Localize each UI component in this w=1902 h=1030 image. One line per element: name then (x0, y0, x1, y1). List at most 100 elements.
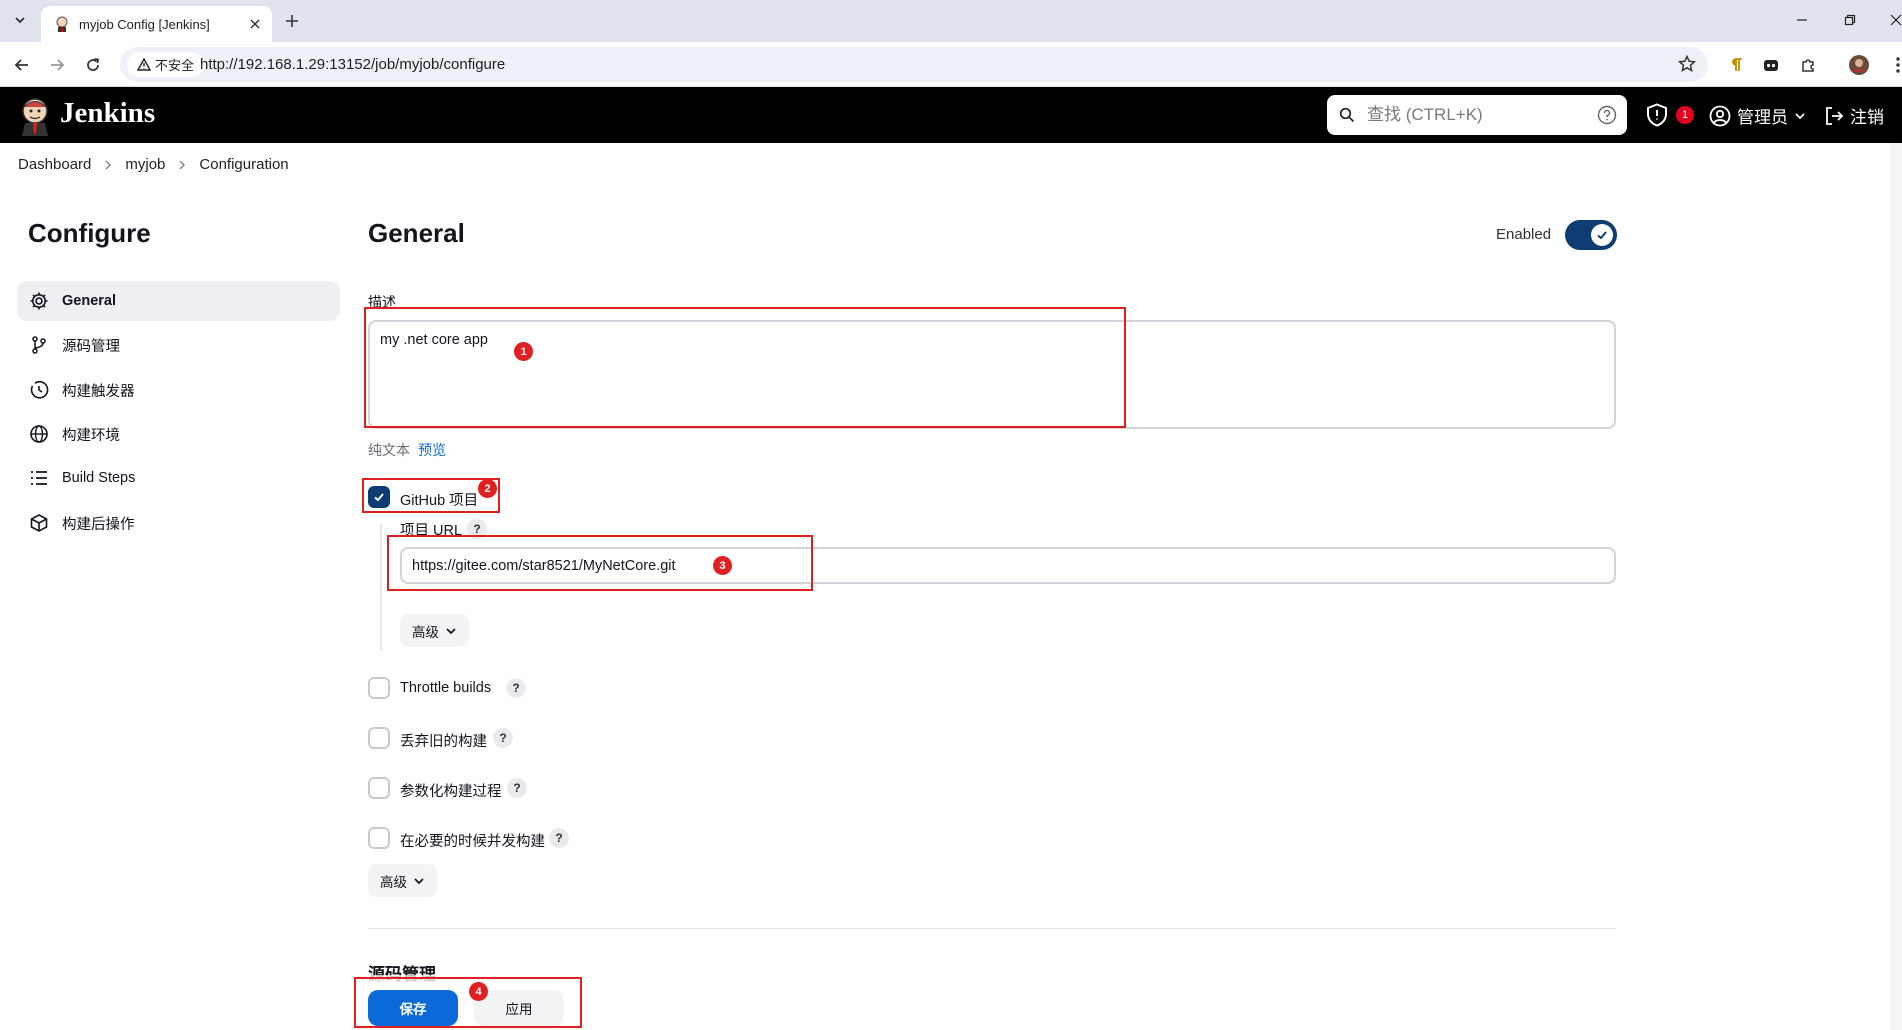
security-label: 不安全 (155, 58, 195, 73)
option-label: 参数化构建过程 (400, 784, 502, 800)
warning-icon (137, 58, 151, 71)
plus-icon (286, 15, 298, 27)
extension-paragraph-icon[interactable] (1724, 52, 1750, 78)
check-icon (1591, 224, 1613, 246)
sidebar-item-triggers[interactable]: 构建触发器 (17, 370, 340, 410)
breadcrumb-dashboard[interactable]: Dashboard (18, 156, 91, 173)
browser-menu-icon[interactable] (1885, 52, 1902, 78)
sidebar-item-scm[interactable]: 源码管理 (17, 325, 340, 365)
user-circle-icon (1709, 105, 1731, 126)
advanced-label: 高级 (412, 624, 439, 640)
chevron-right-icon (178, 159, 186, 171)
option-label: Throttle builds (400, 680, 492, 696)
search-icon (1339, 107, 1355, 123)
address-bar[interactable]: 不安全 http://192.168.1.29:13152/job/myjob/… (120, 47, 1708, 82)
advanced-button-2[interactable]: 高级 (368, 864, 437, 897)
window-close-button[interactable] (1882, 8, 1902, 32)
globe-icon (30, 425, 48, 443)
plain-text-label: 纯文本 (368, 442, 410, 458)
new-tab-button[interactable] (280, 9, 304, 33)
chevron-down-icon (414, 877, 424, 884)
jenkins-logo-icon[interactable] (17, 96, 53, 136)
help-icon[interactable]: ? (549, 828, 569, 848)
sidebar-item-label: General (62, 293, 116, 309)
annotation-marker-2: 2 (478, 479, 497, 498)
bookmark-star-icon[interactable] (1678, 55, 1696, 73)
jenkins-brand[interactable]: Jenkins (60, 97, 155, 130)
sidebar-item-build-steps[interactable]: Build Steps (17, 458, 340, 498)
extension-bot-icon[interactable] (1758, 52, 1784, 78)
sidebar-item-general[interactable]: General (17, 281, 340, 321)
user-label: 管理员 (1737, 108, 1788, 127)
logout-label: 注销 (1850, 108, 1884, 127)
sidebar-item-label: Build Steps (62, 470, 136, 486)
section-title-general: General (368, 218, 465, 248)
minimize-icon (1797, 19, 1807, 21)
tab-title: myjob Config [Jenkins] (79, 16, 210, 32)
extensions-puzzle-icon[interactable] (1795, 52, 1821, 78)
annotation-marker-4: 4 (469, 982, 488, 1001)
sidebar-item-label: 源码管理 (62, 338, 120, 355)
logout-link[interactable]: 注销 (1824, 103, 1884, 128)
section-divider (368, 928, 1616, 929)
parameterized-checkbox[interactable] (368, 777, 390, 799)
advanced-button[interactable]: 高级 (400, 614, 469, 647)
sidebar-title: Configure (28, 218, 151, 248)
url-text[interactable]: http://192.168.1.29:13152/job/myjob/conf… (200, 56, 505, 73)
preview-link[interactable]: 预览 (418, 442, 446, 458)
option-label: 丢弃旧的构建 (400, 734, 487, 750)
tab-search-button[interactable] (8, 8, 32, 32)
reload-icon (87, 58, 100, 71)
reload-button[interactable] (80, 52, 106, 78)
security-badge: 1 (1676, 106, 1694, 124)
branch-icon (32, 336, 46, 354)
help-circle-icon[interactable] (1597, 105, 1617, 125)
jenkins-favicon-icon (56, 16, 68, 32)
user-menu[interactable]: 管理员 (1709, 103, 1806, 128)
minimize-button[interactable] (1788, 8, 1816, 32)
close-icon[interactable] (246, 15, 264, 33)
sidebar-item-label: 构建后操作 (62, 516, 135, 533)
restore-icon (1844, 14, 1856, 26)
search-box (1327, 95, 1627, 135)
sidebar-item-post-build[interactable]: 构建后操作 (17, 503, 340, 543)
back-button[interactable] (9, 52, 35, 78)
concurrent-builds-checkbox[interactable] (368, 827, 390, 849)
security-shield-icon[interactable] (1646, 103, 1668, 127)
throttle-builds-checkbox[interactable] (368, 677, 390, 699)
logout-icon (1826, 106, 1844, 125)
breadcrumb-job[interactable]: myjob (125, 156, 165, 173)
profile-avatar[interactable] (1846, 52, 1872, 78)
chevron-down-icon (446, 627, 456, 634)
annotation-box-4 (354, 977, 582, 1028)
search-input[interactable] (1367, 103, 1587, 127)
arrow-left-icon (14, 59, 28, 71)
forward-button[interactable] (44, 52, 70, 78)
sidebar-item-label: 构建触发器 (62, 383, 135, 400)
option-label: 在必要的时候并发构建 (400, 834, 545, 850)
nested-section-line (380, 524, 382, 650)
restore-button[interactable] (1836, 8, 1864, 32)
breadcrumb-configuration[interactable]: Configuration (199, 156, 288, 173)
help-icon[interactable]: ? (507, 778, 527, 798)
jenkins-header: Jenkins 1 管理员 注销 (0, 87, 1902, 143)
close-icon (1890, 14, 1902, 26)
browser-toolbar: 不安全 http://192.168.1.29:13152/job/myjob/… (0, 42, 1902, 87)
annotation-marker-3: 3 (713, 556, 732, 575)
help-icon[interactable]: ? (506, 678, 526, 698)
gear-icon (30, 292, 48, 310)
breadcrumb: Dashboard myjob Configuration (18, 156, 289, 173)
browser-tab[interactable]: myjob Config [Jenkins] (41, 6, 272, 42)
box-icon (30, 514, 48, 532)
discard-old-builds-checkbox[interactable] (368, 727, 390, 749)
sidebar-item-label: 构建环境 (62, 427, 120, 444)
enabled-label: Enabled (1496, 226, 1552, 243)
annotation-box-1 (364, 307, 1126, 428)
security-chip[interactable]: 不安全 (127, 52, 205, 77)
sidebar-item-environment[interactable]: 构建环境 (17, 414, 340, 454)
help-icon[interactable]: ? (493, 728, 513, 748)
page-scrollbar[interactable] (1890, 143, 1902, 1030)
description-format-links: 纯文本 预览 (368, 440, 446, 460)
enabled-toggle[interactable] (1565, 220, 1617, 250)
browser-tabstrip: myjob Config [Jenkins] (0, 0, 1902, 42)
